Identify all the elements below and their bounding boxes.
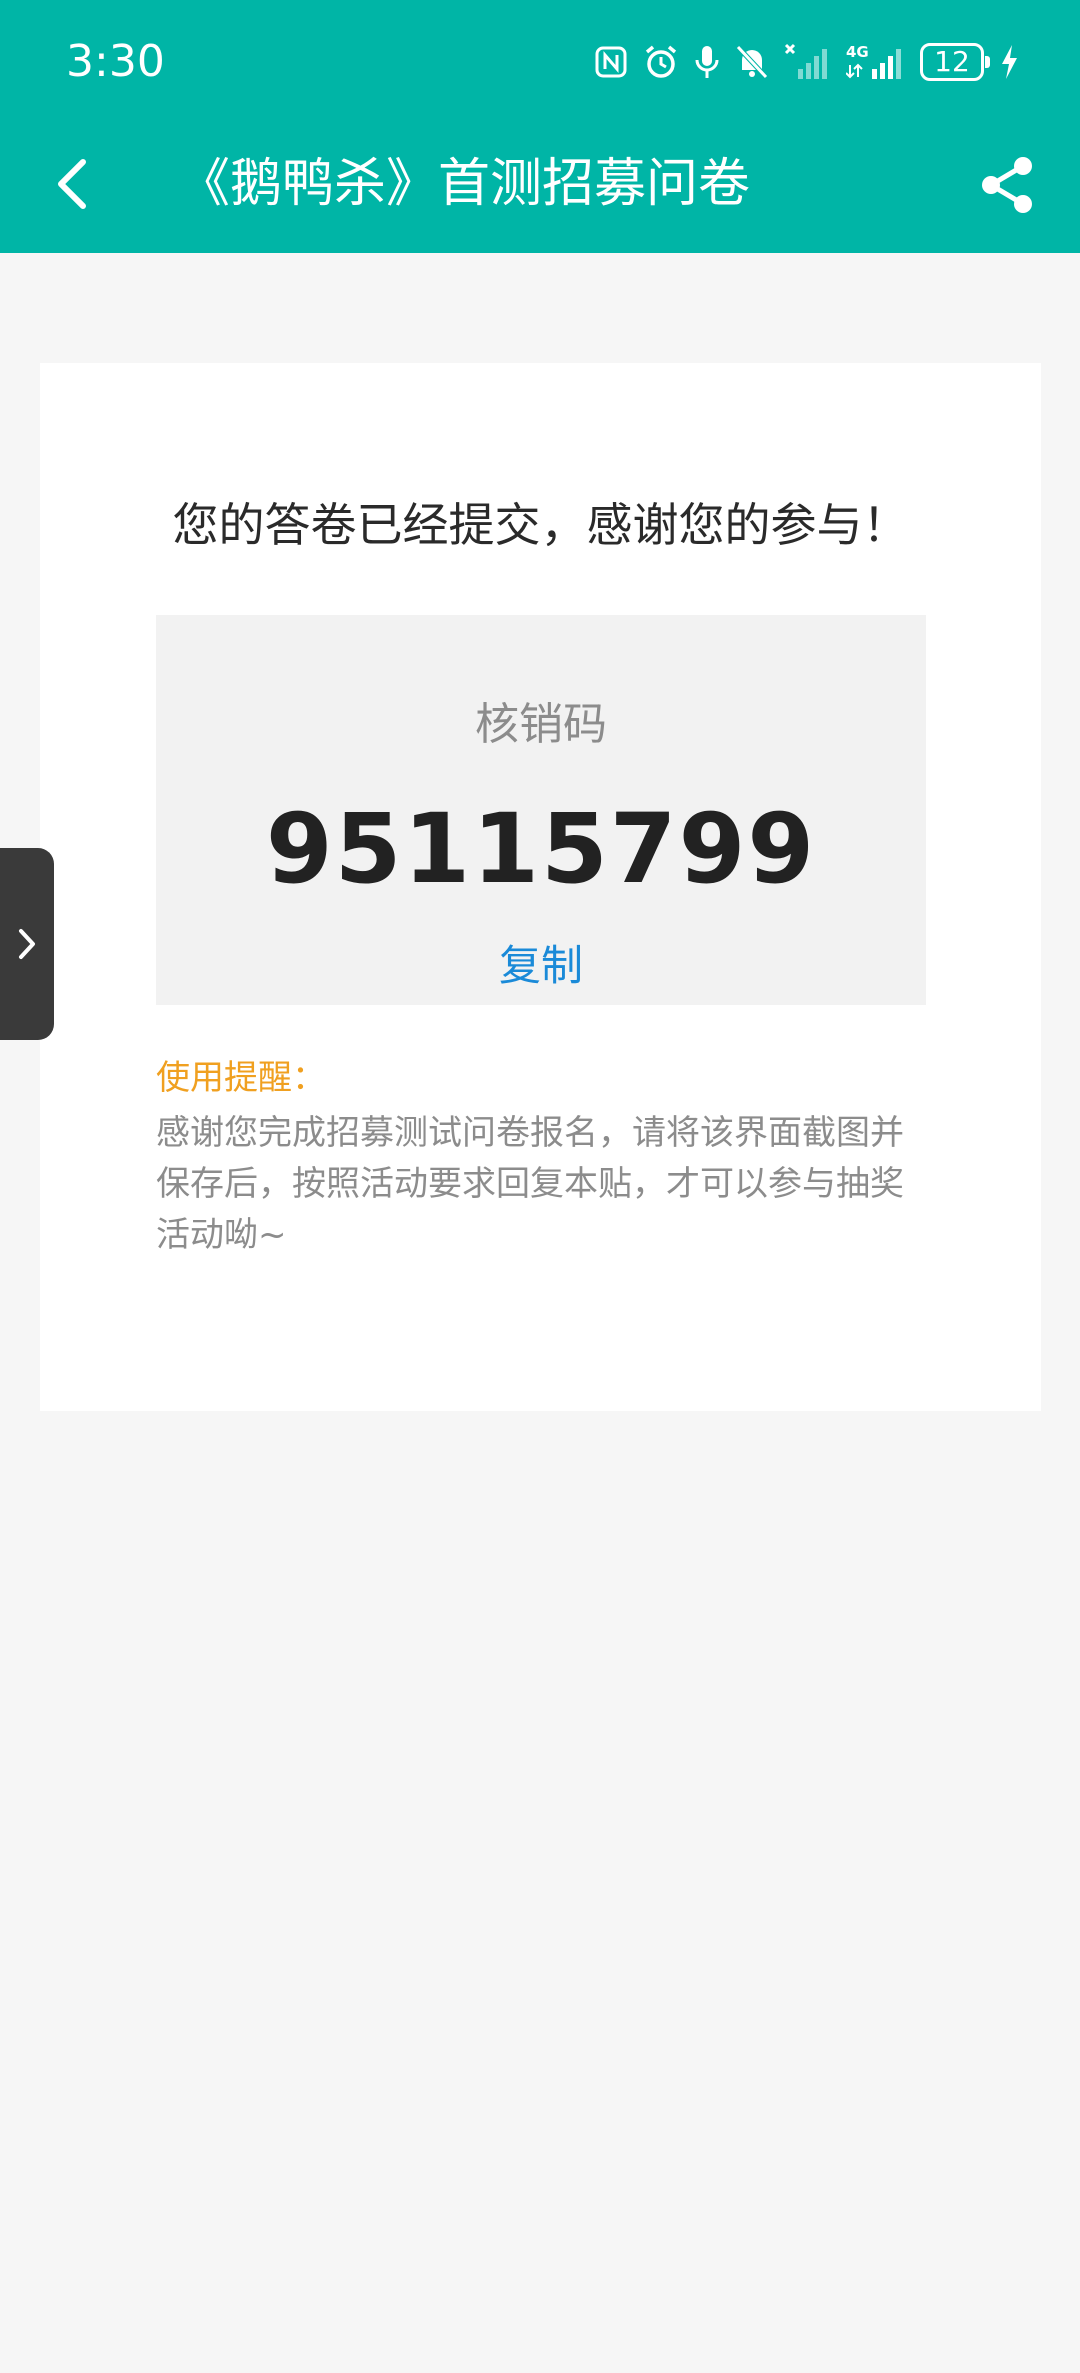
back-button[interactable]: [44, 148, 100, 220]
share-icon: [982, 157, 1032, 213]
nfc-icon: [594, 45, 628, 79]
tip-title: 使用提醒：: [156, 1058, 326, 1098]
copy-button[interactable]: 复制: [156, 937, 926, 995]
code-label: 核销码: [475, 699, 607, 750]
battery-icon: 12: [920, 43, 990, 81]
svg-text:4G: 4G: [846, 43, 869, 61]
status-time: 3:30: [66, 36, 165, 87]
page-title: 《鹅鸭杀》首测招募问卷: [178, 154, 751, 214]
status-icons: 4G 12: [594, 38, 1020, 86]
verification-code-box: 核销码 95115799 复制: [156, 615, 926, 1005]
app-header: 3:30 4G 12 《鹅鸭杀》首测招募问卷: [0, 0, 1080, 253]
no-signal-icon: [784, 43, 832, 81]
charging-icon: [998, 43, 1020, 81]
4g-signal-icon: 4G: [846, 43, 906, 81]
side-drawer-tab[interactable]: [0, 848, 54, 1040]
chevron-right-icon: [19, 929, 35, 959]
result-card: 您的答卷已经提交，感谢您的参与！ 核销码 95115799 复制 使用提醒： 感…: [40, 363, 1041, 1411]
tip-body: 感谢您完成招募测试问卷报名，请将该界面截图并保存后，按照活动要求回复本贴，才可以…: [156, 1113, 904, 1255]
mic-icon: [694, 43, 720, 81]
code-value: 95115799: [265, 793, 817, 905]
chevron-left-icon: [58, 159, 86, 209]
alarm-icon: [642, 43, 680, 81]
share-button[interactable]: [974, 152, 1040, 218]
mute-bell-icon: [734, 43, 770, 81]
submission-headline: 您的答卷已经提交，感谢您的参与！: [172, 498, 909, 552]
